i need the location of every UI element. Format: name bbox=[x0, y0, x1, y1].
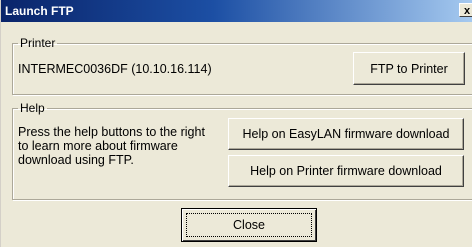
launch-ftp-dialog: Launch FTP x Printer INTERMEC0036DF (10.… bbox=[0, 0, 472, 247]
close-icon[interactable]: x bbox=[459, 3, 472, 17]
printer-name-label: INTERMEC0036DF (10.10.16.114) bbox=[18, 62, 212, 76]
window-title: Launch FTP bbox=[5, 4, 74, 18]
help-description: Press the help buttons to the right to l… bbox=[18, 125, 205, 167]
ftp-to-printer-button[interactable]: FTP to Printer bbox=[353, 52, 465, 85]
close-button[interactable]: Close bbox=[181, 208, 317, 242]
help-group-legend: Help bbox=[20, 101, 45, 115]
help-printer-firmware-button[interactable]: Help on Printer firmware download bbox=[228, 155, 464, 187]
focus-rectangle bbox=[186, 213, 312, 237]
title-bar: Launch FTP x bbox=[1, 0, 472, 22]
printer-group-legend: Printer bbox=[20, 36, 56, 50]
help-easylan-firmware-button[interactable]: Help on EasyLAN firmware download bbox=[228, 118, 464, 150]
